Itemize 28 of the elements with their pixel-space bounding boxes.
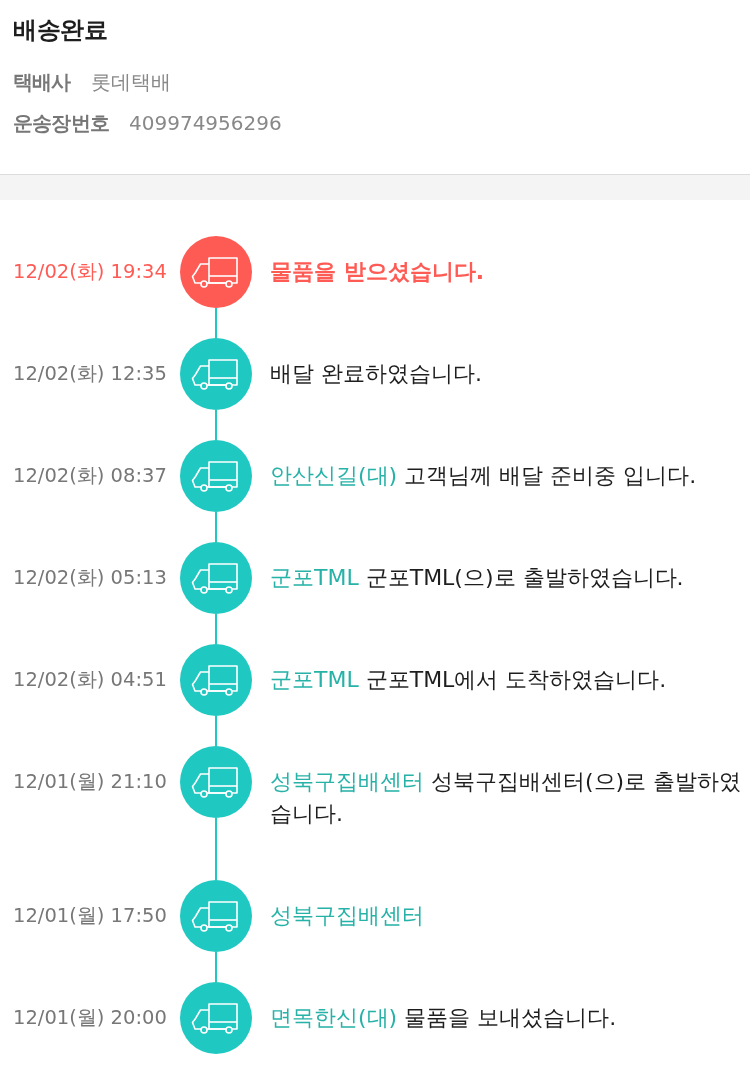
timeline-connector [215,308,217,338]
info-value: 409974956296 [129,110,282,137]
event-description: 군포TML 군포TML(으)로 출발하였습니다. [269,564,685,592]
event-description: 배달 완료하였습니다. [269,360,483,388]
timeline-connector [215,818,217,880]
info-label: 택배사 [13,69,71,96]
event-time: 12/02(화) 08:37 [12,463,168,489]
event-description: 성북구집배센터 [269,902,425,930]
timeline-connector [215,614,217,644]
event-description: 군포TML 군포TML에서 도착하였습니다. [269,666,668,694]
status-title: 배송완료 [13,15,108,46]
event-time: 12/02(화) 12:35 [12,361,168,387]
info-label: 운송장번호 [13,110,109,137]
event-description: 물품을 받으셨습니다. [269,258,486,286]
event-description: 성북구집배센터 성북구집배센터(으)로 출발하였습니다. [269,768,743,828]
event-time: 12/01(월) 17:50 [12,903,168,929]
event-time: 12/02(화) 04:51 [12,667,168,693]
timeline-connector [215,952,217,982]
event-description: 면목한신(대) 물품을 보내셨습니다. [269,1004,618,1032]
event-time: 12/01(월) 21:10 [12,769,168,795]
info-value: 롯데택배 [90,69,171,96]
event-description: 안산신길(대) 고객님께 배달 준비중 입니다. [269,462,698,490]
event-time: 12/02(화) 19:34 [12,259,168,285]
timeline-connector [215,512,217,542]
timeline-connector [215,716,217,746]
event-time: 12/01(월) 20:00 [12,1005,168,1031]
timeline-connector [215,410,217,440]
event-time: 12/02(화) 05:13 [12,565,168,591]
